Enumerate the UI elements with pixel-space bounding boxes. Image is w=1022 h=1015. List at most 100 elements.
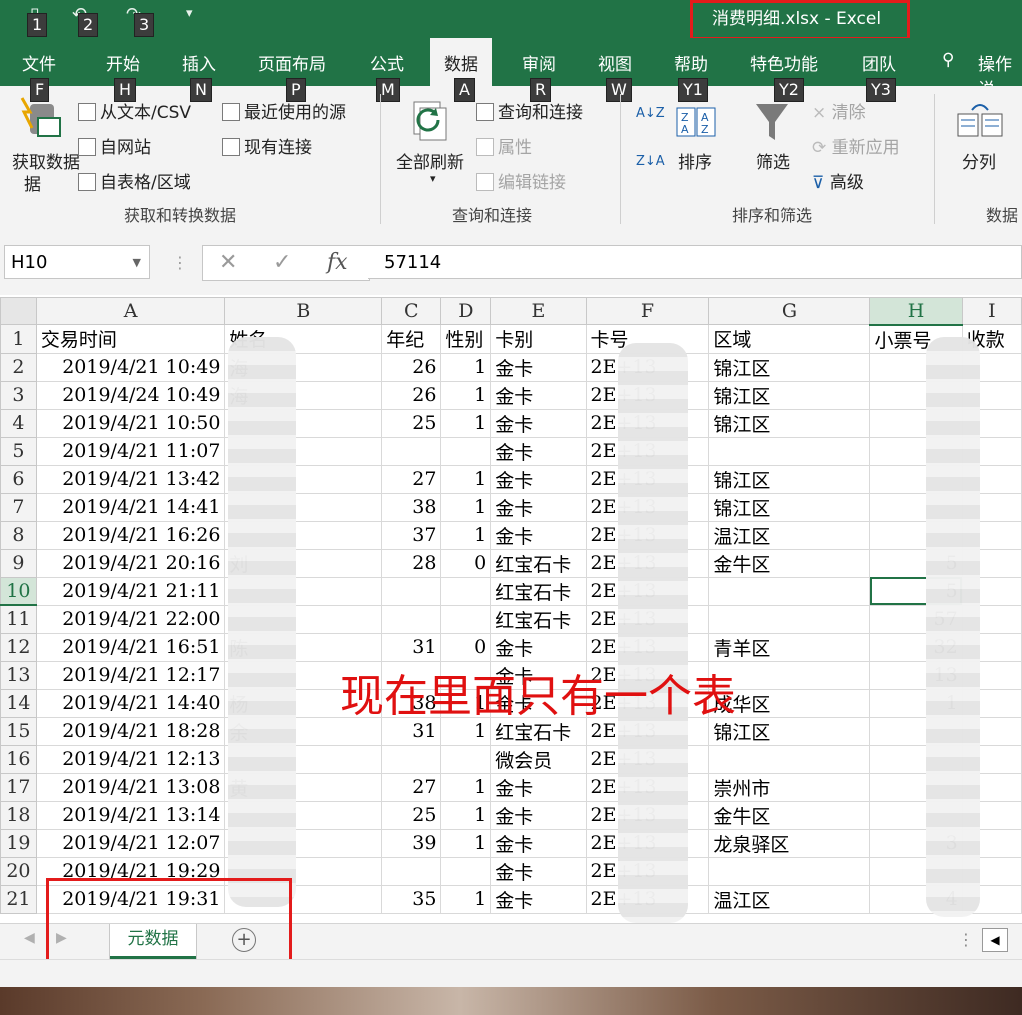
cell-D12[interactable]: 0 (440, 632, 492, 662)
cell-A1[interactable]: 交易时间 (35, 324, 226, 354)
tell-me-icon[interactable]: ⚲ (942, 50, 954, 70)
cell-D1[interactable]: 性别 (440, 324, 492, 354)
row-header[interactable]: 20 (0, 856, 37, 886)
cell-A16[interactable]: 2019/4/21 12:13 (35, 744, 226, 774)
cell-E1[interactable]: 卡别 (490, 324, 587, 354)
formula-input[interactable]: 57114 (368, 245, 1022, 279)
column-header[interactable]: G (708, 297, 871, 325)
cell-E6[interactable]: 金卡 (490, 464, 587, 494)
cell-D5[interactable] (440, 436, 492, 466)
cell-C3[interactable]: 26 (381, 380, 442, 410)
cell-G10[interactable] (708, 576, 871, 606)
tab-special-features[interactable]: 特色功能 (750, 50, 818, 75)
tab-formulas[interactable]: 公式 (370, 50, 404, 75)
cell-C1[interactable]: 年纪 (381, 324, 442, 354)
cell-G18[interactable]: 金牛区 (708, 800, 871, 830)
row-header[interactable]: 13 (0, 660, 37, 690)
cell-D3[interactable]: 1 (440, 380, 492, 410)
cell-C16[interactable] (381, 744, 442, 774)
cell-C10[interactable] (381, 576, 442, 606)
cell-D9[interactable]: 0 (440, 548, 492, 578)
cell-A19[interactable]: 2019/4/21 12:07 (35, 828, 226, 858)
cell-G9[interactable]: 金牛区 (708, 548, 871, 578)
cell-D11[interactable] (440, 604, 492, 634)
cell-A8[interactable]: 2019/4/21 16:26 (35, 520, 226, 550)
row-header[interactable]: 10 (0, 576, 37, 606)
cell-E20[interactable]: 金卡 (490, 856, 587, 886)
cell-C21[interactable]: 35 (381, 884, 442, 914)
cell-D10[interactable] (440, 576, 492, 606)
cell-E10[interactable]: 红宝石卡 (490, 576, 587, 606)
cell-G19[interactable]: 龙泉驿区 (708, 828, 871, 858)
sort-descending-button[interactable]: Z↓A (636, 154, 665, 169)
cell-D18[interactable]: 1 (440, 800, 492, 830)
cell-E16[interactable]: 微会员 (490, 744, 587, 774)
tab-review[interactable]: 审阅 (522, 50, 556, 75)
filter-button[interactable]: 筛选 (756, 148, 790, 173)
cell-G5[interactable] (708, 436, 871, 466)
tab-page-layout[interactable]: 页面布局 (258, 50, 326, 75)
tab-file[interactable]: 文件 (22, 50, 56, 75)
cell-E5[interactable]: 金卡 (490, 436, 587, 466)
cell-A12[interactable]: 2019/4/21 16:51 (35, 632, 226, 662)
cell-E9[interactable]: 红宝石卡 (490, 548, 587, 578)
row-header[interactable]: 2 (0, 352, 37, 382)
cell-G11[interactable] (708, 604, 871, 634)
edit-links-button[interactable]: 编辑链接 (476, 168, 566, 193)
cell-D17[interactable]: 1 (440, 772, 492, 802)
get-data-button-line2[interactable]: 据 (24, 170, 41, 195)
cell-A10[interactable]: 2019/4/21 21:11 (35, 576, 226, 606)
tab-home[interactable]: 开始 (106, 50, 140, 75)
cell-G3[interactable]: 锦江区 (708, 380, 871, 410)
cell-D20[interactable] (440, 856, 492, 886)
column-header[interactable]: I (961, 297, 1022, 325)
cell-A6[interactable]: 2019/4/21 13:42 (35, 464, 226, 494)
row-header[interactable]: 4 (0, 408, 37, 438)
row-header[interactable]: 7 (0, 492, 37, 522)
cell-C6[interactable]: 27 (381, 464, 442, 494)
row-header[interactable]: 6 (0, 464, 37, 494)
column-header[interactable]: F (585, 297, 710, 325)
cell-A9[interactable]: 2019/4/21 20:16 (35, 548, 226, 578)
cell-C9[interactable]: 28 (381, 548, 442, 578)
cell-E2[interactable]: 金卡 (490, 352, 587, 382)
refresh-all-button[interactable]: 全部刷新 (396, 148, 464, 173)
row-header[interactable]: 17 (0, 772, 37, 802)
advanced-filter-button[interactable]: ⊽ 高级 (812, 168, 864, 193)
properties-button[interactable]: 属性 (476, 133, 532, 158)
cell-D4[interactable]: 1 (440, 408, 492, 438)
column-header[interactable]: D (440, 297, 492, 325)
prev-sheet-icon[interactable]: ◀ (24, 930, 35, 946)
sort-button[interactable]: 排序 (678, 148, 712, 173)
cell-G16[interactable] (708, 744, 871, 774)
tab-insert[interactable]: 插入 (182, 50, 216, 75)
cell-C18[interactable]: 25 (381, 800, 442, 830)
enter-icon[interactable]: ✓ (273, 250, 291, 275)
cell-A5[interactable]: 2019/4/21 11:07 (35, 436, 226, 466)
cell-C17[interactable]: 27 (381, 772, 442, 802)
cell-G4[interactable]: 锦江区 (708, 408, 871, 438)
cell-C19[interactable]: 39 (381, 828, 442, 858)
cell-A4[interactable]: 2019/4/21 10:50 (35, 408, 226, 438)
cell-E12[interactable]: 金卡 (490, 632, 587, 662)
tab-view[interactable]: 视图 (598, 50, 632, 75)
cell-C8[interactable]: 37 (381, 520, 442, 550)
tab-split-handle[interactable]: ⋮ (958, 930, 974, 949)
cell-G6[interactable]: 锦江区 (708, 464, 871, 494)
cell-E21[interactable]: 金卡 (490, 884, 587, 914)
cell-A15[interactable]: 2019/4/21 18:28 (35, 716, 226, 746)
row-header[interactable]: 3 (0, 380, 37, 410)
cell-C11[interactable] (381, 604, 442, 634)
cell-E4[interactable]: 金卡 (490, 408, 587, 438)
cell-E8[interactable]: 金卡 (490, 520, 587, 550)
column-header[interactable]: C (381, 297, 442, 325)
name-box-dropdown-icon[interactable]: ▼ (133, 246, 141, 280)
scroll-left-icon[interactable]: ◀ (982, 928, 1008, 952)
cell-D8[interactable]: 1 (440, 520, 492, 550)
cell-A18[interactable]: 2019/4/21 13:14 (35, 800, 226, 830)
cell-C5[interactable] (381, 436, 442, 466)
cell-E11[interactable]: 红宝石卡 (490, 604, 587, 634)
cell-E7[interactable]: 金卡 (490, 492, 587, 522)
row-header[interactable]: 12 (0, 632, 37, 662)
cell-C12[interactable]: 31 (381, 632, 442, 662)
